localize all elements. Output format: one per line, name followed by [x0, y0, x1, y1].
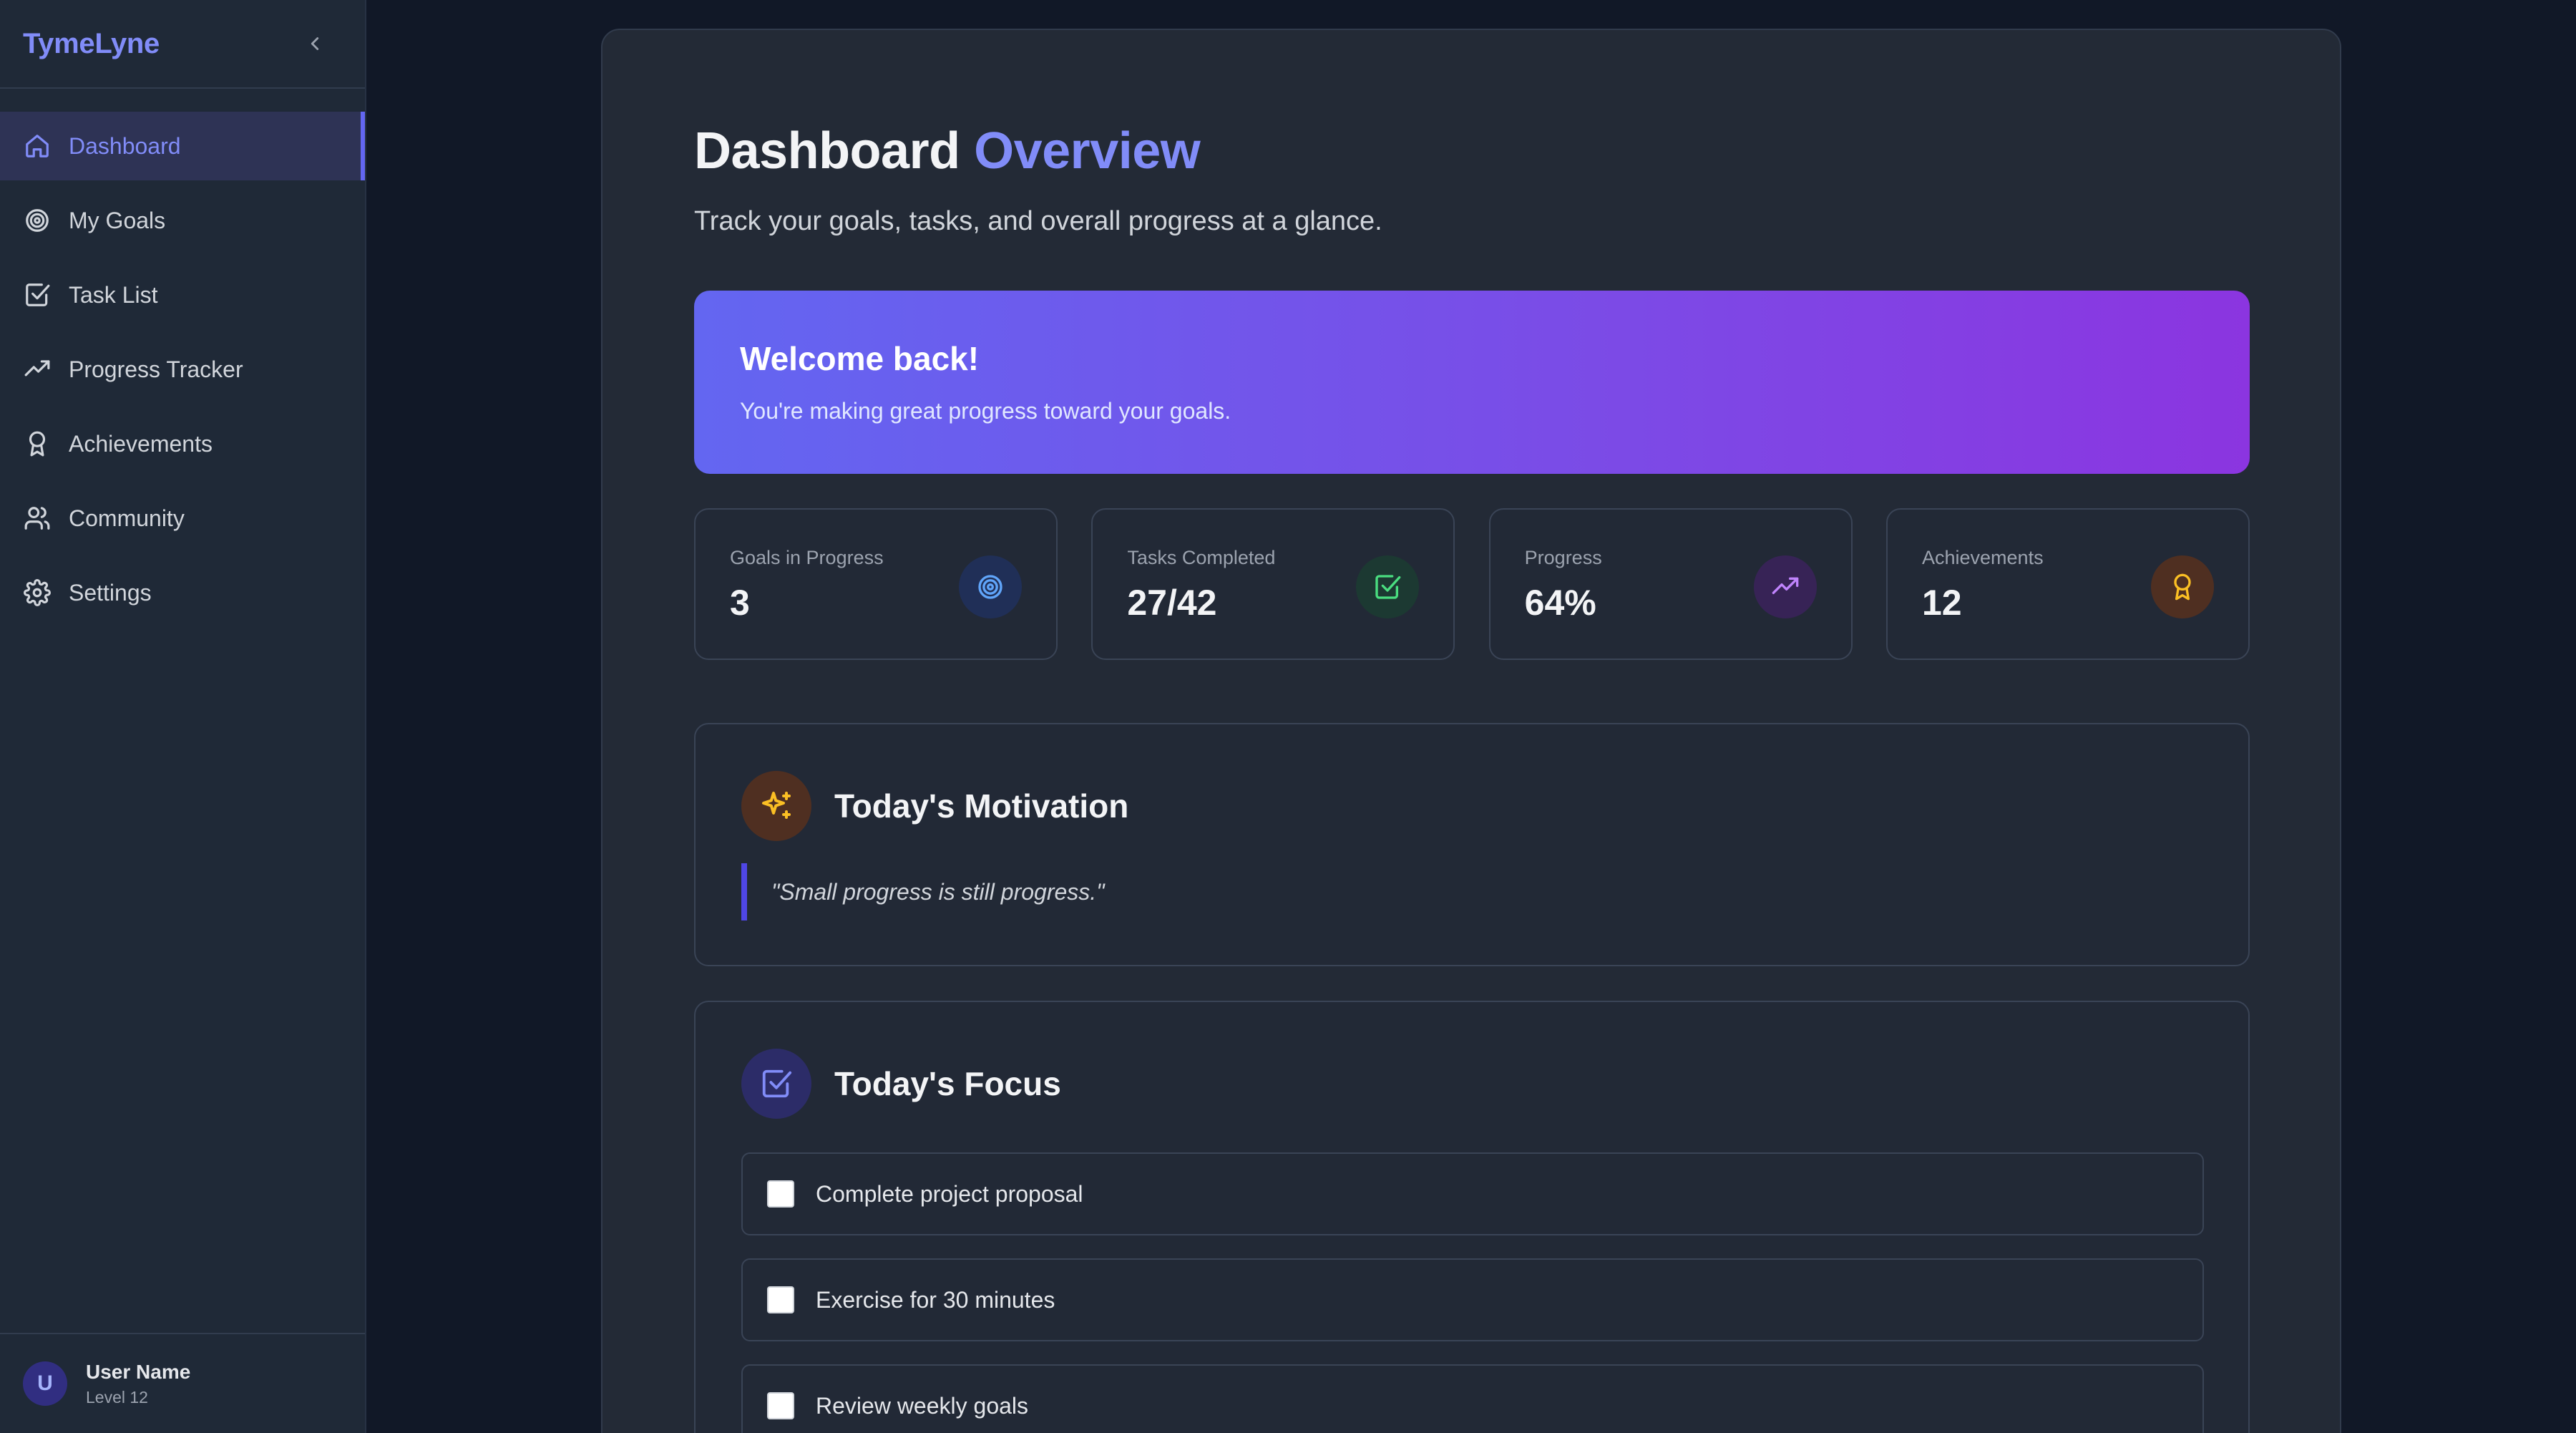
check-square-icon: [1356, 555, 1420, 618]
sidebar-item-my-goals[interactable]: My Goals: [0, 186, 365, 255]
motivation-title: Today's Motivation: [834, 787, 1129, 825]
stat-card-tasks[interactable]: Tasks Completed 27/42: [1091, 508, 1455, 660]
sidebar-item-progress-tracker[interactable]: Progress Tracker: [0, 335, 365, 404]
focus-header: Today's Focus: [741, 1048, 2202, 1119]
stats-row: Goals in Progress 3 Tasks Completed 27/4…: [694, 508, 2250, 660]
task-label: Review weekly goals: [816, 1392, 1029, 1419]
sidebar-item-label: My Goals: [69, 207, 166, 233]
motivation-header: Today's Motivation: [741, 770, 2202, 842]
welcome-message: You're making great progress toward your…: [740, 398, 1231, 424]
target-icon: [959, 555, 1022, 618]
page-title-main: Dashboard: [694, 122, 960, 180]
sidebar-item-label: Settings: [69, 579, 152, 606]
sidebar-nav: Dashboard My Goals Task List Progress Tr…: [0, 89, 365, 627]
task-item[interactable]: Review weekly goals: [741, 1364, 2204, 1433]
task-checkbox[interactable]: [767, 1392, 794, 1419]
sidebar: TymeLyne Dashboard My Goals Task List Pr…: [0, 0, 366, 1433]
welcome-banner: Welcome back! You're making great progre…: [694, 291, 2250, 474]
sidebar-item-label: Task List: [69, 281, 158, 308]
trending-up-icon: [23, 355, 52, 384]
focus-card: Today's Focus Complete project proposal …: [694, 1001, 2250, 1433]
task-checkbox[interactable]: [767, 1286, 794, 1313]
award-icon: [23, 429, 52, 458]
sidebar-item-label: Community: [69, 505, 185, 531]
task-label: Complete project proposal: [816, 1180, 1083, 1207]
stat-card-progress[interactable]: Progress 64%: [1488, 508, 1853, 660]
avatar: U: [23, 1361, 67, 1406]
task-item[interactable]: Complete project proposal: [741, 1152, 2204, 1235]
check-square-icon: [741, 1049, 811, 1119]
motivation-card: Today's Motivation "Small progress is st…: [694, 723, 2250, 966]
checkbox-icon: [23, 281, 52, 309]
sidebar-item-dashboard[interactable]: Dashboard: [0, 112, 365, 180]
app-root: TymeLyne Dashboard My Goals Task List Pr…: [0, 0, 2576, 1433]
sparkles-icon: [741, 771, 811, 841]
sidebar-item-label: Dashboard: [69, 132, 181, 159]
target-icon: [23, 206, 52, 235]
stat-card-goals[interactable]: Goals in Progress 3: [694, 508, 1058, 660]
user-level: Level 12: [86, 1387, 148, 1407]
task-item[interactable]: Exercise for 30 minutes: [741, 1258, 2204, 1341]
sidebar-item-label: Progress Tracker: [69, 356, 243, 382]
sidebar-item-task-list[interactable]: Task List: [0, 261, 365, 329]
main-panel: Dashboard Overview Track your goals, tas…: [601, 29, 2341, 1433]
welcome-title: Welcome back!: [740, 340, 980, 377]
chevron-left-icon: [311, 37, 319, 50]
task-checkbox[interactable]: [767, 1180, 794, 1208]
gear-icon: [23, 578, 52, 607]
motivation-quote: "Small progress is still progress.": [741, 863, 2202, 920]
brand-logo[interactable]: TymeLyne: [23, 28, 160, 60]
page-title-accent: Overview: [974, 122, 1201, 180]
users-icon: [23, 504, 52, 533]
page-subtitle: Track your goals, tasks, and overall pro…: [694, 206, 1382, 236]
task-label: Exercise for 30 minutes: [816, 1286, 1055, 1313]
sidebar-item-settings[interactable]: Settings: [0, 558, 365, 627]
home-icon: [23, 132, 52, 160]
page-title: Dashboard Overview: [694, 122, 1201, 180]
award-icon: [2150, 555, 2214, 618]
sidebar-item-achievements[interactable]: Achievements: [0, 409, 365, 478]
sidebar-header: TymeLyne: [0, 0, 365, 89]
trending-up-icon: [1753, 555, 1817, 618]
sidebar-item-label: Achievements: [69, 430, 213, 457]
user-name: User Name: [86, 1360, 191, 1383]
user-info: User Name Level 12: [86, 1361, 190, 1407]
user-profile[interactable]: U User Name Level 12: [0, 1333, 365, 1433]
stat-card-achievements[interactable]: Achievements 12: [1885, 508, 2250, 660]
sidebar-item-community[interactable]: Community: [0, 484, 365, 553]
focus-title: Today's Focus: [834, 1065, 1061, 1102]
collapse-sidebar-button[interactable]: [299, 28, 331, 59]
